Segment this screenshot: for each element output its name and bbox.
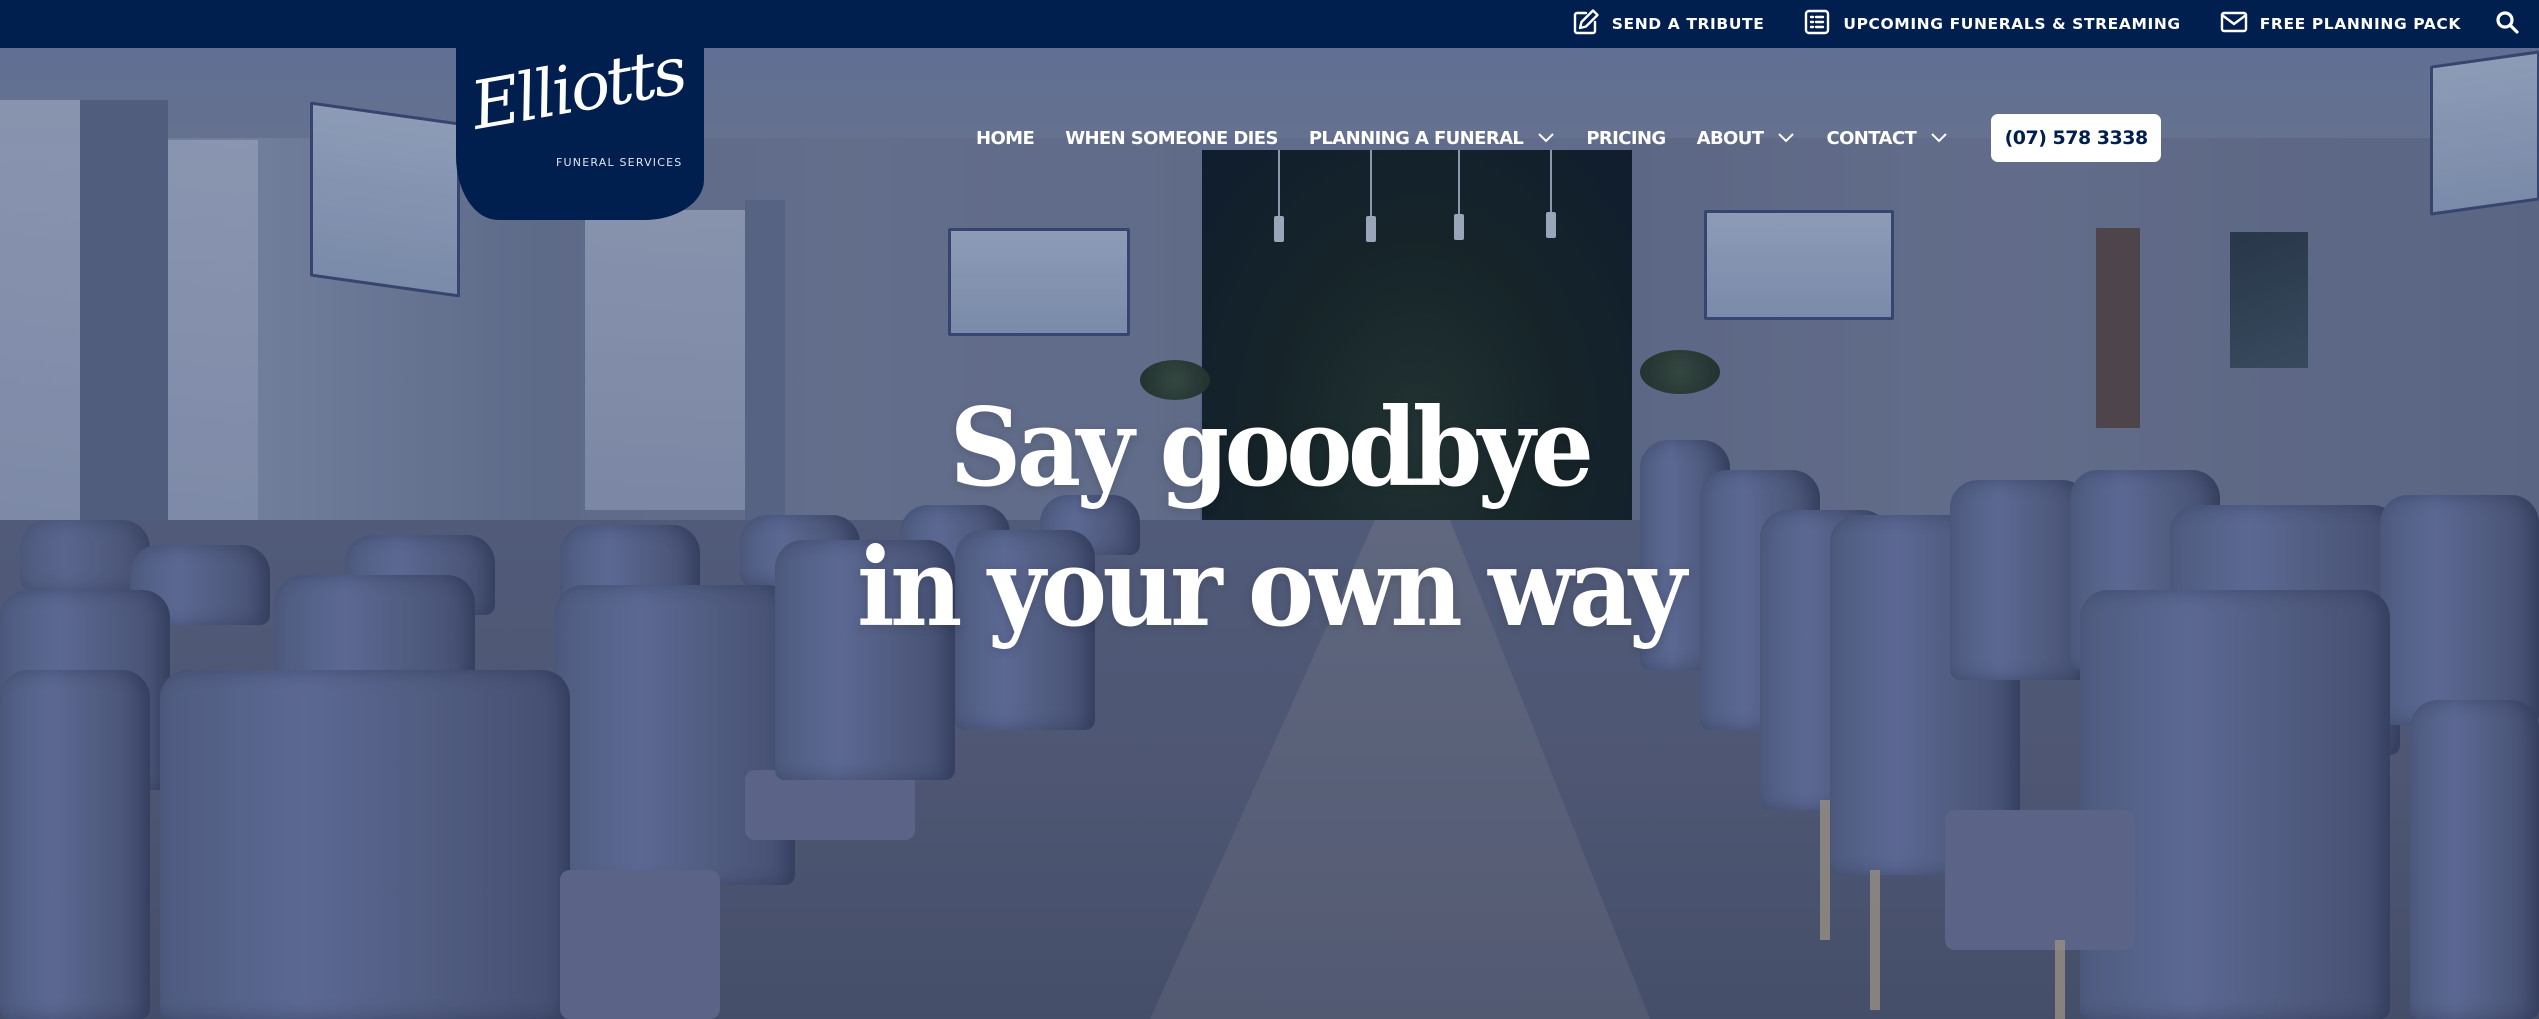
phone-button[interactable]: (07) 578 3338 (1991, 114, 2162, 162)
upcoming-funerals-link[interactable]: UPCOMING FUNERALS & STREAMING (1802, 7, 2180, 41)
logo-tagline: FUNERAL SERVICES (556, 156, 683, 169)
nav-about[interactable]: ABOUT (1697, 128, 1796, 149)
upcoming-funerals-label: UPCOMING FUNERALS & STREAMING (1843, 15, 2181, 33)
chevron-down-icon (1931, 133, 1947, 143)
nav-home-label: HOME (976, 127, 1035, 149)
nav-when-someone-dies[interactable]: WHEN SOMEONE DIES (1065, 128, 1278, 149)
free-planning-pack-label: FREE PLANNING PACK (2259, 15, 2461, 33)
nav-planning-a-funeral[interactable]: PLANNING A FUNERAL (1309, 128, 1555, 149)
chevron-down-icon (1538, 133, 1555, 143)
nav-contact[interactable]: CONTACT (1826, 128, 1948, 149)
nav-contact-label: CONTACT (1826, 127, 1917, 149)
logo[interactable]: Elliotts FUNERAL SERVICES (456, 48, 704, 220)
headline-line-2: in your own way (856, 525, 1687, 651)
nav-about-label: ABOUT (1696, 127, 1764, 149)
list-document-icon (1802, 7, 1832, 41)
nav-planning-a-funeral-label: PLANNING A FUNERAL (1308, 127, 1524, 149)
search-icon (2495, 10, 2519, 39)
nav-when-someone-dies-label: WHEN SOMEONE DIES (1065, 127, 1278, 149)
headline-line-1: Say goodbye (949, 385, 1594, 511)
search-button[interactable] (2495, 10, 2519, 39)
edit-pencil-icon (1571, 7, 1601, 41)
nav-pricing-label: PRICING (1586, 127, 1666, 149)
free-planning-pack-link[interactable]: FREE PLANNING PACK (2219, 7, 2461, 41)
send-tribute-label: SEND A TRIBUTE (1611, 15, 1765, 33)
envelope-icon (2219, 7, 2249, 41)
logo-wordmark: Elliotts (465, 31, 690, 145)
send-tribute-link[interactable]: SEND A TRIBUTE (1571, 7, 1765, 41)
nav-pricing[interactable]: PRICING (1586, 127, 1666, 149)
utility-bar: SEND A TRIBUTE UPCOMING FUNERALS & STREA… (0, 0, 2539, 48)
hero-headline: Say goodbye in your own way (0, 378, 2539, 658)
nav-home[interactable]: HOME (976, 127, 1035, 149)
main-navigation: HOME WHEN SOMEONE DIES PLANNING A FUNERA… (976, 114, 2162, 162)
chevron-down-icon (1778, 133, 1795, 143)
